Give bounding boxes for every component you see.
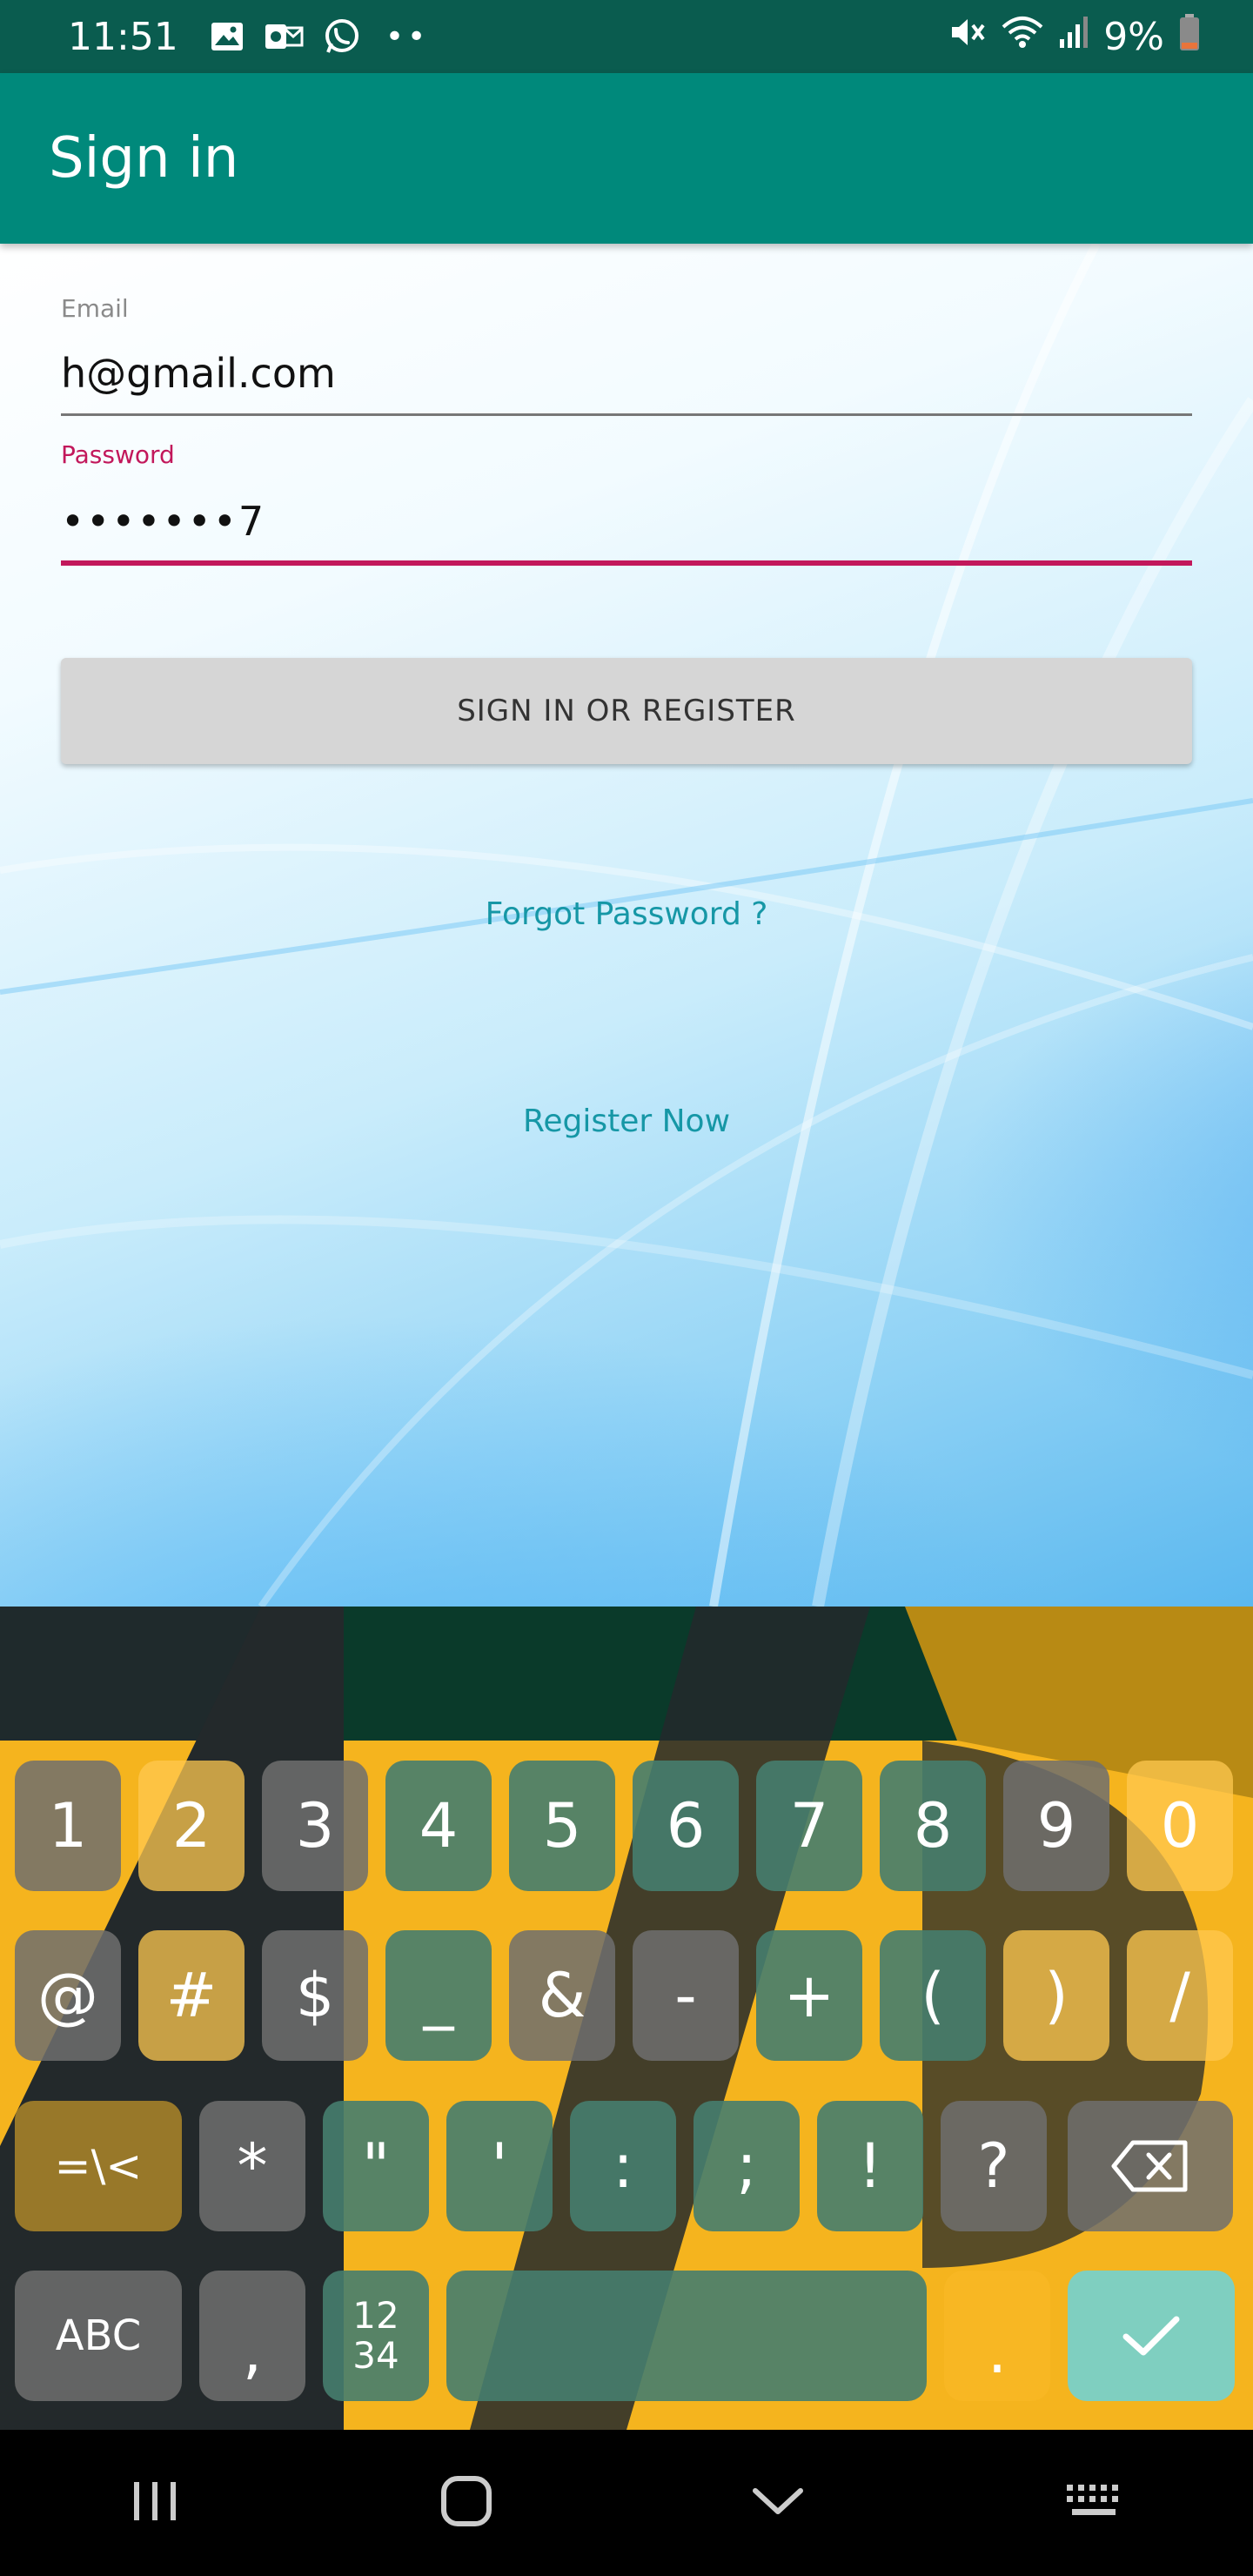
key-6[interactable]: 6	[633, 1761, 739, 1891]
password-field[interactable]: •••••••7	[61, 498, 265, 545]
key-minus[interactable]: -	[633, 1930, 739, 2061]
space-bar[interactable]	[446, 2271, 927, 2401]
forgot-password-link[interactable]: Forgot Password ?	[0, 896, 1253, 932]
keyboard: 1 2 3 4 5 6 7 8 9 0 @ # $ _ & - + ( ) / …	[0, 1607, 1253, 2430]
backspace-icon	[1111, 2140, 1188, 2192]
key-semicolon[interactable]: ;	[694, 2101, 800, 2231]
chevron-down-icon	[753, 2488, 804, 2514]
recent-apps-icon	[134, 2482, 177, 2520]
sign-in-form: Email h@gmail.com Password •••••••7 SIGN…	[0, 244, 1253, 1607]
sign-in-or-register-button[interactable]: SIGN IN OR REGISTER	[61, 658, 1192, 764]
key-colon[interactable]: :	[570, 2101, 676, 2231]
battery-icon	[1178, 13, 1201, 61]
key-4[interactable]: 4	[385, 1761, 492, 1891]
key-5[interactable]: 5	[509, 1761, 615, 1891]
key-abc[interactable]: ABC	[15, 2271, 182, 2401]
key-9[interactable]: 9	[1003, 1761, 1109, 1891]
status-bar: 11:51 •• 9%	[0, 0, 1253, 73]
key-plus[interactable]: +	[756, 1930, 862, 2061]
key-hash[interactable]: #	[138, 1930, 245, 2061]
password-label: Password	[61, 440, 175, 469]
key-1[interactable]: 1	[15, 1761, 121, 1891]
status-time: 11:51	[68, 14, 178, 59]
checkmark-icon	[1122, 2316, 1180, 2356]
done-key[interactable]	[1068, 2271, 1235, 2401]
page-title: Sign in	[49, 126, 239, 191]
suggestion-bar	[0, 1607, 1253, 1741]
system-nav-bar	[0, 2430, 1253, 2576]
key-asterisk[interactable]: *	[199, 2101, 305, 2231]
more-notifications: ••	[385, 18, 430, 55]
whatsapp-icon	[323, 17, 361, 56]
home-icon	[440, 2476, 492, 2526]
app-bar: Sign in	[0, 73, 1253, 244]
password-underline	[61, 560, 1192, 566]
key-symbols-page[interactable]: =\<	[15, 2101, 182, 2231]
email-underline	[61, 413, 1192, 416]
signal-icon	[1058, 15, 1089, 59]
battery-percent: 9%	[1103, 14, 1164, 59]
key-right-paren[interactable]: )	[1003, 1930, 1109, 2061]
key-exclamation[interactable]: !	[817, 2101, 923, 2231]
image-icon	[210, 21, 245, 52]
key-7[interactable]: 7	[756, 1761, 862, 1891]
key-3[interactable]: 3	[262, 1761, 368, 1891]
mute-icon	[948, 15, 987, 59]
key-8[interactable]: 8	[880, 1761, 986, 1891]
key-single-quote[interactable]: '	[446, 2101, 553, 2231]
outlook-icon	[264, 21, 304, 52]
key-numpad[interactable]: 12 34	[323, 2271, 429, 2401]
key-2[interactable]: 2	[138, 1761, 245, 1891]
email-field[interactable]: h@gmail.com	[61, 350, 336, 397]
key-at[interactable]: @	[15, 1930, 121, 2061]
key-double-quote[interactable]: "	[323, 2101, 429, 2231]
key-0[interactable]: 0	[1127, 1761, 1233, 1891]
hide-keyboard-button[interactable]	[751, 2484, 805, 2522]
key-underscore[interactable]: _	[385, 1930, 492, 2061]
home-button[interactable]	[439, 2474, 493, 2532]
numpad-label-bottom: 34	[352, 2334, 399, 2377]
email-label: Email	[61, 294, 129, 323]
wifi-icon	[1001, 15, 1044, 59]
keyboard-switch-button[interactable]	[1063, 2481, 1124, 2525]
key-ampersand[interactable]: &	[509, 1930, 615, 2061]
key-left-paren[interactable]: (	[880, 1930, 986, 2061]
backspace-key[interactable]	[1068, 2101, 1233, 2231]
keyboard-icon	[1066, 2485, 1118, 2515]
key-slash[interactable]: /	[1127, 1930, 1233, 2061]
recent-apps-button[interactable]	[129, 2479, 181, 2527]
numpad-label-top: 12	[352, 2294, 399, 2337]
key-dollar[interactable]: $	[262, 1930, 368, 2061]
key-period[interactable]: .	[944, 2271, 1050, 2401]
register-now-link[interactable]: Register Now	[0, 1104, 1253, 1139]
key-comma[interactable]: ,	[199, 2271, 305, 2401]
key-question[interactable]: ?	[941, 2101, 1047, 2231]
